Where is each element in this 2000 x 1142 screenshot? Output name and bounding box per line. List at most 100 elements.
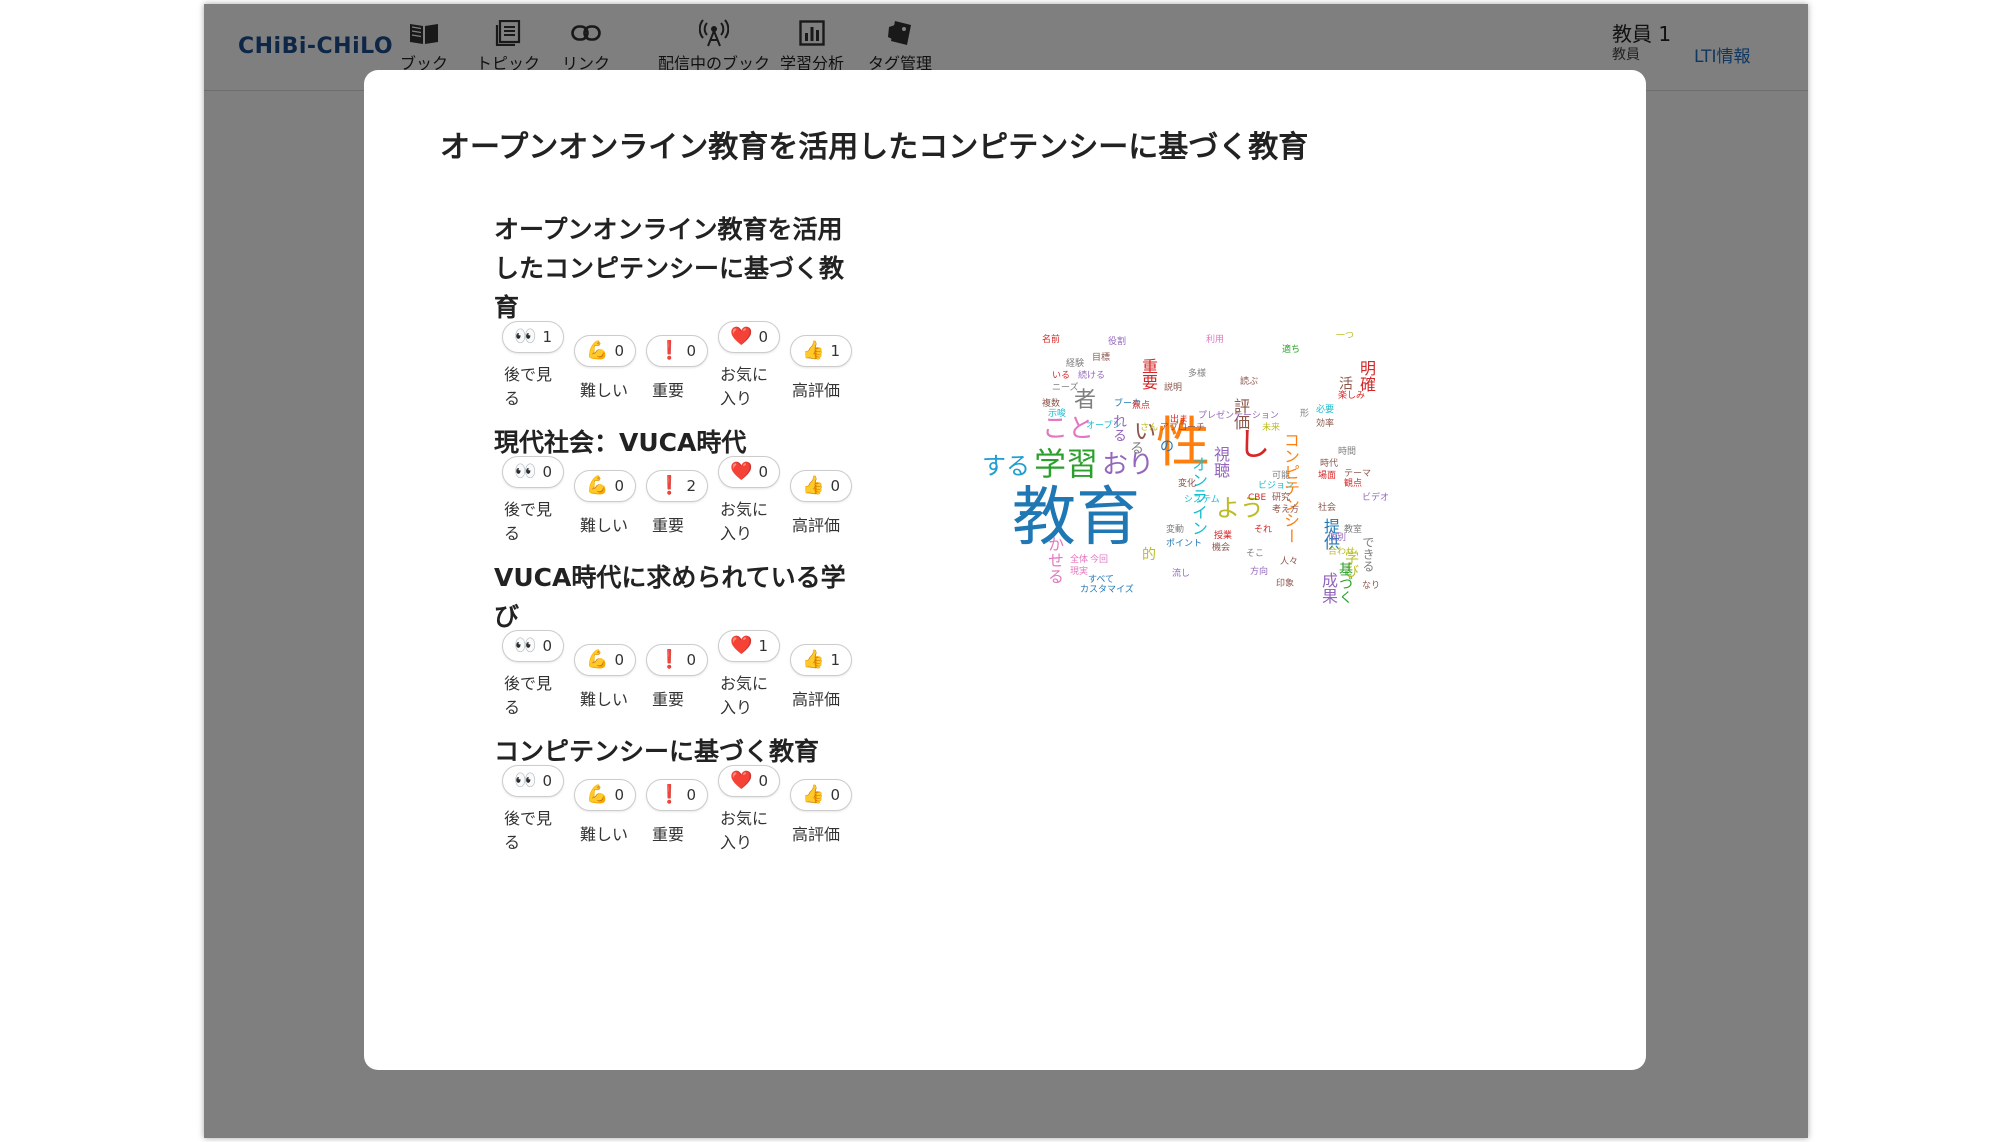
reaction-eyes: 👀 0 後で見る — [494, 456, 566, 546]
reaction-button[interactable]: 👀 0 — [502, 630, 564, 662]
reaction-button[interactable]: 💪 0 — [574, 335, 636, 367]
word-cloud-word: 全体 — [1070, 555, 1089, 565]
word-cloud-word: 観点 — [1344, 479, 1363, 489]
reaction-label: 高評価 — [792, 690, 841, 709]
reaction-button[interactable]: ❗ 0 — [646, 644, 708, 676]
reaction-button[interactable]: ❤️ 1 — [718, 630, 780, 662]
reaction-button[interactable]: 👀 1 — [502, 321, 564, 353]
heart-icon: ❤️ — [730, 461, 753, 482]
reaction-bar: 👀 0 後で見る 💪 0 難しい ❗ 0 重要 ❤️ 0 お気に入り 👍 0 高評価 — [494, 765, 854, 855]
reaction-label: 後で見る — [504, 674, 553, 717]
reaction-button[interactable]: ❤️ 0 — [718, 765, 780, 797]
reaction-thumbs-up: 👍 1 高評価 — [782, 644, 854, 712]
reaction-exclamation: ❗ 2 重要 — [638, 470, 710, 538]
word-cloud-word: 必要 — [1316, 405, 1335, 415]
word-cloud-word: 今回 — [1090, 555, 1109, 565]
reaction-button[interactable]: 👀 0 — [502, 456, 564, 488]
reaction-count: 0 — [542, 463, 552, 481]
eyes-icon: 👀 — [514, 635, 537, 656]
word-cloud-word: 読ぶ — [1240, 377, 1259, 387]
exclamation-icon: ❗ — [658, 475, 681, 496]
exclamation-icon: ❗ — [658, 340, 681, 361]
word-cloud-word: 一つ — [1336, 331, 1355, 341]
flexed-biceps-icon: 💪 — [586, 340, 609, 361]
word-cloud: 教育 性 学習 する こと おり い 者 し よう 評価 視聴 オンライン コン… — [982, 332, 1412, 676]
reaction-flexed-biceps: 💪 0 難しい — [566, 335, 638, 403]
reaction-bar: 👀 1 後で見る 💪 0 難しい ❗ 0 重要 ❤️ 0 お気に入り 👍 1 高評価 — [494, 321, 854, 411]
reaction-count: 0 — [686, 651, 696, 669]
reaction-label: お気に入り — [720, 674, 769, 717]
reaction-count: 1 — [830, 342, 840, 360]
app-window: CHiBi-CHiLO ブック トピック リンク 配信中のブック — [204, 4, 1808, 1138]
word-cloud-word: 経験 — [1066, 359, 1085, 369]
reaction-button[interactable]: 👍 0 — [790, 779, 852, 811]
word-cloud-word: 機会 — [1212, 543, 1231, 553]
word-cloud-word: 者 — [1074, 388, 1097, 413]
word-cloud-word: 考え方 — [1272, 505, 1300, 515]
reaction-button[interactable]: 👍 1 — [790, 335, 852, 367]
word-cloud-word: できる — [1361, 536, 1375, 572]
exclamation-icon: ❗ — [658, 784, 681, 805]
reaction-button[interactable]: 💪 0 — [574, 644, 636, 676]
reaction-label: 高評価 — [792, 516, 841, 535]
reaction-button[interactable]: ❗ 0 — [646, 335, 708, 367]
word-cloud-word: 時間 — [1338, 447, 1357, 457]
word-cloud-word: アプローチ — [1160, 423, 1206, 433]
word-cloud-word: 現実 — [1070, 567, 1089, 577]
word-cloud-word: 研究 — [1272, 493, 1291, 503]
reaction-count: 1 — [830, 651, 840, 669]
word-cloud-word: 学習 — [1034, 445, 1099, 483]
topic-item: コンピテンシーに基づく教育 👀 0 後で見る 💪 0 難しい ❗ 0 重要 ❤️ 0 お気に入り 👍 0 高評… — [494, 732, 854, 855]
word-cloud-word: 変動 — [1166, 525, 1185, 535]
thumbs-up-icon: 👍 — [802, 784, 825, 805]
word-cloud-word: 教育 — [1012, 481, 1140, 555]
word-cloud-word: 複数 — [1042, 399, 1061, 409]
reaction-button[interactable]: ❗ 2 — [646, 470, 708, 502]
reaction-label: 重要 — [652, 516, 685, 535]
reaction-eyes: 👀 1 後で見る — [494, 321, 566, 411]
reaction-count: 0 — [686, 786, 696, 804]
reaction-thumbs-up: 👍 0 高評価 — [782, 470, 854, 538]
word-cloud-word: 続ける — [1078, 371, 1106, 381]
reaction-thumbs-up: 👍 1 高評価 — [782, 335, 854, 403]
reaction-button[interactable]: ❤️ 0 — [718, 321, 780, 353]
reaction-button[interactable]: ❤️ 0 — [718, 456, 780, 488]
flexed-biceps-icon: 💪 — [586, 475, 609, 496]
word-cloud-word: 目標 — [1092, 353, 1111, 363]
reaction-button[interactable]: 💪 0 — [574, 470, 636, 502]
eyes-icon: 👀 — [514, 326, 537, 347]
topic-item: 現代社会：VUCA時代 👀 0 後で見る 💪 0 難しい ❗ 2 重要 ❤️ 0 お気に入り 👍 0 高評価 — [494, 423, 854, 546]
word-cloud-word: 未来 — [1262, 423, 1281, 433]
word-cloud-word: 個別 — [1328, 533, 1347, 543]
reaction-button[interactable]: 👀 0 — [502, 765, 564, 797]
topic-title: VUCA時代に求められている学び — [494, 563, 846, 631]
reaction-button[interactable]: 👍 0 — [790, 470, 852, 502]
word-cloud-word: る — [1130, 441, 1144, 457]
thumbs-up-icon: 👍 — [802, 649, 825, 670]
reaction-count: 2 — [686, 477, 696, 495]
reaction-count: 0 — [758, 328, 768, 346]
word-cloud-word: 効率 — [1316, 419, 1335, 429]
word-cloud-word: すべて — [1088, 575, 1115, 585]
reaction-label: 後で見る — [504, 809, 553, 852]
reaction-count: 0 — [542, 637, 552, 655]
reaction-button[interactable]: ❗ 0 — [646, 779, 708, 811]
reaction-count: 0 — [614, 651, 624, 669]
word-cloud-word: オープン — [1086, 421, 1122, 431]
word-cloud-word: する — [982, 452, 1030, 480]
word-cloud-word: 名前 — [1042, 335, 1061, 345]
word-cloud-word: 視聴 — [1211, 446, 1230, 478]
reaction-count: 0 — [758, 463, 768, 481]
word-cloud-word: 方向 — [1250, 567, 1269, 577]
modal-title: オープンオンライン教育を活用したコンピテンシーに基づく教育 — [440, 130, 1309, 165]
word-cloud-word: カスタマイズ — [1080, 585, 1134, 595]
reaction-label: 重要 — [652, 825, 685, 844]
reaction-bar: 👀 0 後で見る 💪 0 難しい ❗ 2 重要 ❤️ 0 お気に入り 👍 0 高評価 — [494, 456, 854, 546]
reaction-button[interactable]: 💪 0 — [574, 779, 636, 811]
word-cloud-word: 授業 — [1214, 531, 1233, 541]
reaction-bar: 👀 0 後で見る 💪 0 難しい ❗ 0 重要 ❤️ 1 お気に入り 👍 1 高評価 — [494, 630, 854, 720]
reaction-eyes: 👀 0 後で見る — [494, 630, 566, 720]
topic-list: オープンオンライン教育を活用したコンピテンシーに基づく教育 👀 1 後で見る 💪 0 難しい… — [494, 210, 854, 867]
word-cloud-word: 基づく — [1337, 562, 1353, 604]
reaction-button[interactable]: 👍 1 — [790, 644, 852, 676]
